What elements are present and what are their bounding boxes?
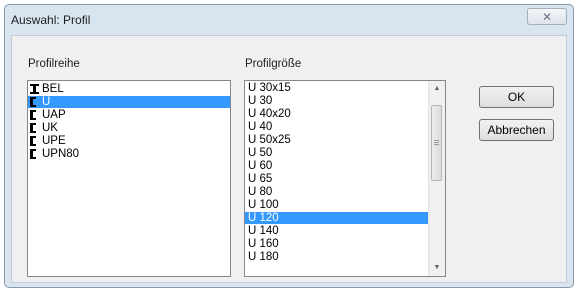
channel-icon — [30, 149, 36, 159]
profilgroesse-item[interactable]: U 50x25 — [245, 134, 428, 146]
profilgroesse-item-label: U 60 — [248, 160, 273, 172]
profilgroesse-item[interactable]: U 65 — [245, 173, 428, 185]
profilreihe-item-label: UK — [42, 122, 58, 134]
profilgroesse-item[interactable]: U 120 — [245, 212, 428, 224]
close-button[interactable]: ✕ — [527, 8, 567, 25]
profilgroesse-item-label: U 160 — [248, 238, 279, 250]
profilgroesse-item[interactable]: U 100 — [245, 199, 428, 211]
profilgroesse-item-label: U 65 — [248, 173, 273, 185]
i-beam-icon — [30, 84, 39, 94]
profilreihe-item[interactable]: U — [28, 96, 230, 108]
profilgroesse-item-label: U 40x20 — [248, 108, 291, 120]
profilgroesse-item[interactable]: U 40x20 — [245, 108, 428, 120]
profilreihe-label: Profilreihe — [28, 58, 80, 70]
thumb-grip — [434, 140, 439, 141]
profilgroesse-item-label: U 40 — [248, 121, 273, 133]
channel-icon — [30, 97, 36, 107]
profilreihe-item[interactable]: UPN80 — [28, 148, 230, 160]
profilgroesse-item-label: U 140 — [248, 225, 279, 237]
thumb-grip — [434, 144, 439, 145]
channel-icon — [30, 123, 36, 133]
profilgroesse-label: Profilgröße — [245, 58, 302, 70]
profilreihe-item-label: BEL — [42, 83, 64, 95]
scrollbar-thumb[interactable] — [431, 105, 442, 181]
profilgroesse-item[interactable]: U 50 — [245, 147, 428, 159]
channel-icon — [30, 136, 36, 146]
profilgroesse-item[interactable]: U 40 — [245, 121, 428, 133]
dialog-title: Auswahl: Profil — [11, 13, 91, 27]
profilgroesse-item[interactable]: U 80 — [245, 186, 428, 198]
title-bar[interactable]: Auswahl: Profil ✕ — [5, 5, 573, 33]
profilgroesse-item[interactable]: U 30 — [245, 95, 428, 107]
profilgroesse-item[interactable]: U 140 — [245, 225, 428, 237]
profilgroesse-item-label: U 80 — [248, 186, 273, 198]
profilreihe-listbox[interactable]: BEL U UAP UK UPE UPN80 — [27, 80, 231, 277]
profilreihe-item[interactable]: UK — [28, 122, 230, 134]
profilreihe-item[interactable]: UAP — [28, 109, 230, 121]
profilgroesse-item-label: U 30x15 — [248, 82, 291, 94]
profilgroesse-item[interactable]: U 60 — [245, 160, 428, 172]
channel-icon — [30, 110, 36, 120]
profilgroesse-listbox[interactable]: U 30x15 U 30 U 40x20 U 40 U 50x25 U 50 U 60 U 6… — [244, 80, 446, 277]
profilreihe-item-label: UPN80 — [42, 148, 80, 160]
profilgroesse-item-label: U 100 — [248, 199, 279, 211]
ok-button[interactable]: OK — [479, 86, 554, 108]
profilgroesse-item-label: U 50x25 — [248, 134, 291, 146]
profilgroesse-item-label: U 180 — [248, 251, 279, 263]
dialog-content: Profilreihe BEL U UAP UK UPE UPN80 Profilgröß… — [11, 35, 567, 283]
profilgroesse-item[interactable]: U 180 — [245, 251, 428, 263]
profilgroesse-item[interactable]: U 30x15 — [245, 82, 428, 94]
profilgroesse-item[interactable]: U 160 — [245, 238, 428, 250]
cancel-button[interactable]: Abbrechen — [479, 119, 554, 141]
profilreihe-item-label: UAP — [42, 109, 66, 121]
profilreihe-item[interactable]: UPE — [28, 135, 230, 147]
scroll-down-arrow-icon[interactable]: ▼ — [429, 260, 445, 276]
scroll-up-arrow-icon[interactable]: ▲ — [429, 81, 445, 97]
profilreihe-item[interactable]: BEL — [28, 83, 230, 95]
profilgroesse-item-label: U 30 — [248, 95, 273, 107]
thumb-grip — [434, 142, 439, 143]
vertical-scrollbar[interactable]: ▲ ▼ — [428, 81, 445, 276]
close-icon: ✕ — [541, 10, 553, 24]
profile-selection-dialog: Auswahl: Profil ✕ Profilreihe BEL U UAP UK U… — [4, 4, 574, 288]
profilgroesse-item-label: U 120 — [248, 212, 279, 224]
profilgroesse-item-label: U 50 — [248, 147, 273, 159]
profilreihe-item-label: U — [42, 96, 51, 108]
profilreihe-item-label: UPE — [42, 135, 66, 147]
